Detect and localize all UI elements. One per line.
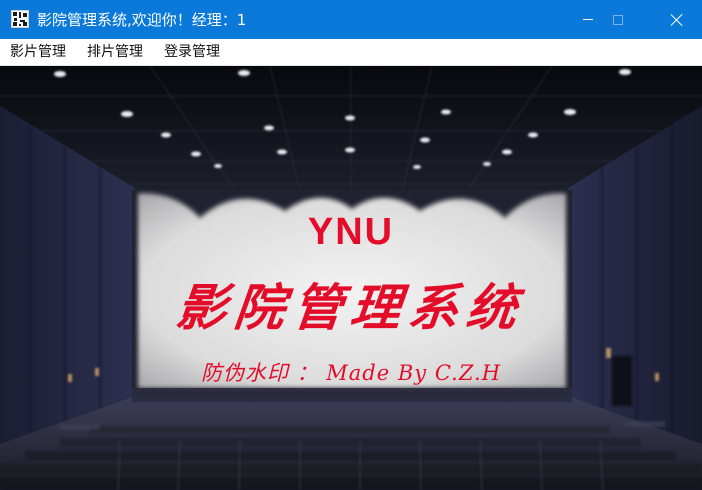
close-button[interactable] [652,0,702,39]
close-icon [671,14,683,26]
title-bar[interactable]: 影院管理系统,欢迎你！经理：1 [0,0,702,39]
menu-item-schedule-management[interactable]: 排片管理 [85,42,145,63]
app-icon[interactable] [11,10,29,28]
menu-item-film-management[interactable]: 影片管理 [8,42,68,63]
brand-logo-text: YNU [307,211,395,253]
system-title-text: 影院管理系统 [173,278,528,337]
main-window: 影院管理系统,欢迎你！经理：1 影片管理 排片管理 登录管理 YNU 影院管理系… [0,0,702,490]
maximize-button [595,0,641,39]
menu-item-login-management[interactable]: 登录管理 [162,42,222,63]
menu-bar: 影片管理 排片管理 登录管理 [0,39,702,66]
minimize-icon [583,19,593,20]
background-image: YNU 影院管理系统 防伪水印 ： Made By C.Z.H [0,66,702,490]
maximize-icon [613,14,623,25]
watermark-text: 防伪水印 ： Made By C.Z.H [200,361,502,385]
window-title: 影院管理系统,欢迎你！经理：1 [37,11,247,29]
